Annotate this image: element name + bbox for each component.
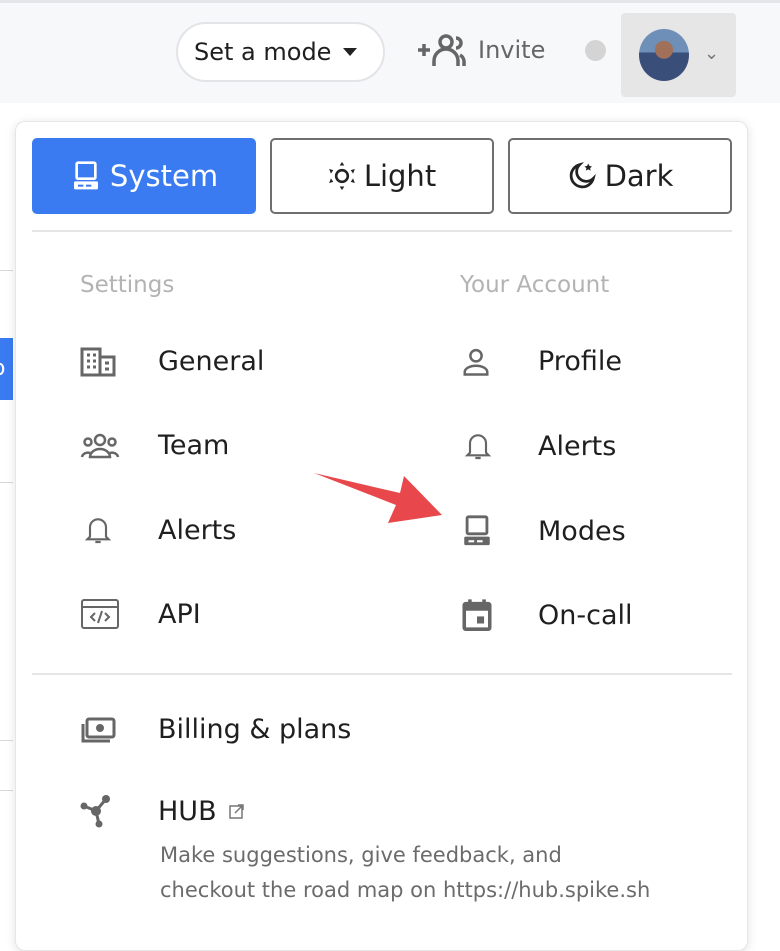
annotation-arrow [314, 473, 442, 523]
